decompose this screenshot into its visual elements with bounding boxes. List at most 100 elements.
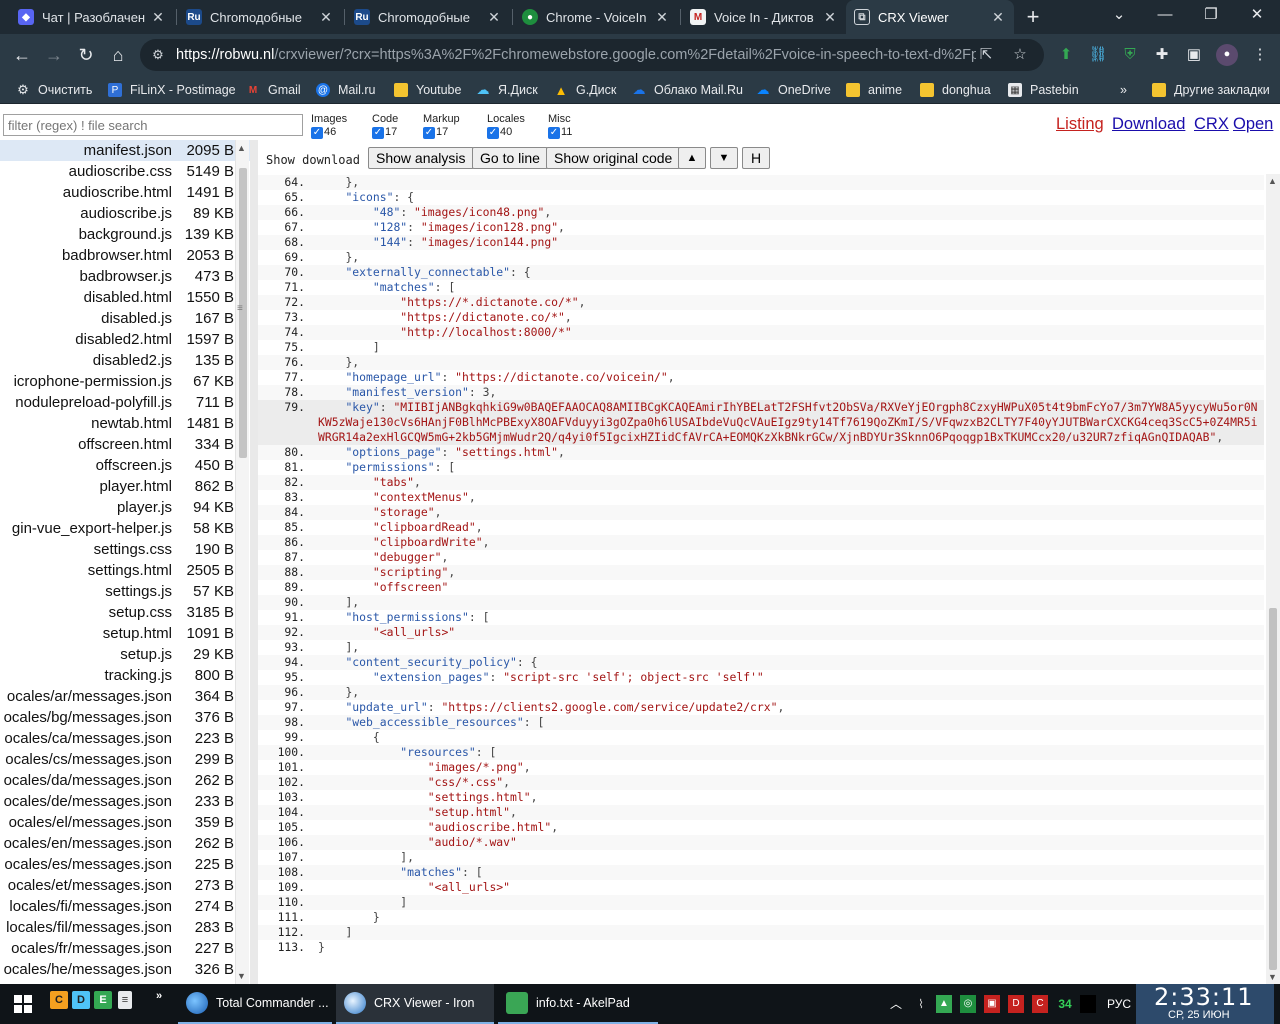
tray-app-2-icon[interactable]: ◎ [960, 995, 976, 1013]
reload-icon[interactable]: ↻ [72, 41, 100, 69]
download-link[interactable]: Download [1112, 115, 1185, 134]
taskbar-clock[interactable]: 2:33:11 СР, 25 ИЮН [1136, 983, 1274, 1024]
checkbox-checked-icon[interactable]: ✓ [423, 126, 435, 139]
file-list-item[interactable]: settings.css 190 B [0, 539, 250, 560]
file-list-item[interactable]: ocales/da/messages.json 262 B [0, 770, 250, 791]
tab-voice-in[interactable]: M Voice In - Диктов ✕ [682, 0, 846, 34]
tab-chat[interactable]: ◆ Чат | Разоблачени ✕ [10, 0, 174, 34]
file-list-item[interactable]: ocales/cs/messages.json 299 B [0, 749, 250, 770]
profile-avatar-icon[interactable]: ● [1216, 44, 1238, 66]
file-list-item[interactable]: offscreen.js 450 B [0, 455, 250, 476]
back-arrow-icon[interactable]: ← [8, 41, 36, 69]
shield-extension-icon[interactable]: ⛨ [1120, 45, 1140, 65]
code-scrollbar[interactable]: ▲ ▼ [1266, 174, 1280, 984]
close-window-button[interactable]: ✕ [1234, 0, 1280, 32]
file-list-item[interactable]: setup.html 1091 B [0, 623, 250, 644]
side-panel-icon[interactable]: ▣ [1184, 45, 1204, 65]
open-link[interactable]: Open [1233, 115, 1273, 134]
file-list-item[interactable]: player.js 94 KB [0, 497, 250, 518]
file-list-item[interactable]: ocales/ar/messages.json 364 B [0, 686, 250, 707]
bookmark-clear[interactable]: ⚙ Очистить [16, 81, 92, 99]
category-code[interactable]: Code ✓ 17 [372, 113, 398, 139]
bookmark-mailru[interactable]: @ Mail.ru [316, 81, 376, 99]
link-extension-icon[interactable]: ⛓ [1088, 45, 1108, 65]
category-locales[interactable]: Locales ✓ 40 [487, 113, 525, 139]
checkbox-checked-icon[interactable]: ✓ [311, 126, 323, 139]
listing-link[interactable]: Listing [1056, 115, 1104, 134]
scroll-up-arrow-icon[interactable]: ▲ [237, 143, 246, 153]
file-list-item[interactable]: badbrowser.html 2053 B [0, 245, 250, 266]
overflow-chevron-icon[interactable]: » [150, 987, 168, 1005]
share-icon[interactable]: ⇱ [976, 45, 996, 65]
file-list-item[interactable]: disabled2.js 135 B [0, 350, 250, 371]
bookmark-yadisk[interactable]: ☁ Я.Диск [476, 81, 538, 99]
checkbox-checked-icon[interactable]: ✓ [548, 126, 560, 139]
file-list-item[interactable]: audioscribe.html 1491 B [0, 182, 250, 203]
close-icon[interactable]: ✕ [822, 9, 838, 26]
file-list-item[interactable]: newtab.html 1481 B [0, 413, 250, 434]
close-icon[interactable]: ✕ [150, 9, 166, 26]
file-list-item[interactable]: offscreen.html 334 B [0, 434, 250, 455]
bookmark-youtube[interactable]: Youtube [394, 81, 461, 99]
file-list-item[interactable]: ocales/et/messages.json 273 B [0, 875, 250, 896]
checkbox-checked-icon[interactable]: ✓ [372, 126, 384, 139]
new-tab-button[interactable]: + [1020, 4, 1046, 30]
address-bar[interactable]: ⚙ https://robwu.nl/crxviewer/?crx=https%… [140, 39, 1044, 71]
category-images[interactable]: Images ✓ 46 [311, 113, 347, 139]
taskbar-akelpad[interactable]: info.txt - AkelPad [498, 984, 658, 1024]
file-list-item[interactable]: ocales/fr/messages.json 227 B [0, 938, 250, 959]
close-icon[interactable]: ✕ [486, 9, 502, 26]
close-icon[interactable]: ✕ [654, 9, 670, 26]
crx-link[interactable]: CRX [1194, 115, 1229, 134]
show-download-label[interactable]: Show download [266, 153, 360, 167]
file-list-item[interactable]: ocales/el/messages.json 359 B [0, 812, 250, 833]
go-to-line-button[interactable]: Go to line [472, 147, 548, 169]
scrollbar-thumb[interactable] [1269, 608, 1277, 970]
bookmark-onedrive[interactable]: ☁ OneDrive [756, 81, 831, 99]
site-info-icon[interactable]: ⚙ [148, 45, 168, 65]
file-list-item[interactable]: locales/fil/messages.json 283 B [0, 917, 250, 938]
bookmark-anime[interactable]: anime [846, 81, 902, 99]
close-icon[interactable]: ✕ [990, 9, 1006, 26]
tray-app-4-icon[interactable]: D [1008, 995, 1024, 1013]
tray-app-6-icon[interactable] [1080, 995, 1096, 1013]
file-list-item[interactable]: background.js 139 KB [0, 224, 250, 245]
other-bookmarks[interactable]: Другие закладки [1152, 81, 1270, 99]
file-list-item[interactable]: setup.js 29 KB [0, 644, 250, 665]
file-list-item[interactable]: manifest.json 2095 B [0, 140, 250, 161]
paperclip-icon[interactable]: ⌇ [914, 995, 928, 1013]
windows-start-icon[interactable] [14, 995, 32, 1013]
file-list-item[interactable]: disabled.js 167 B [0, 308, 250, 329]
file-filter-input[interactable] [3, 114, 303, 136]
tab-search-icon[interactable]: ⌄ [1096, 0, 1142, 32]
close-icon[interactable]: ✕ [318, 9, 334, 26]
file-list-item[interactable]: audioscribe.js 89 KB [0, 203, 250, 224]
pane-splitter[interactable] [250, 140, 258, 984]
scroll-down-arrow-icon[interactable]: ▼ [1268, 972, 1277, 982]
category-misc[interactable]: Misc ✓ 11 [548, 113, 572, 139]
bookmarks-more-button[interactable]: » [1120, 81, 1127, 99]
file-list-item[interactable]: player.html 862 B [0, 476, 250, 497]
file-list-item[interactable]: tracking.js 800 B [0, 665, 250, 686]
scroll-down-arrow-icon[interactable]: ▼ [237, 971, 246, 981]
restore-button[interactable]: ❐ [1188, 0, 1234, 32]
menu-kebab-icon[interactable]: ⋮ [1250, 45, 1270, 65]
category-markup[interactable]: Markup ✓ 17 [423, 113, 460, 139]
scroll-up-arrow-icon[interactable]: ▲ [1268, 176, 1277, 186]
taskbar-total-commander[interactable]: Total Commander ... [178, 984, 332, 1024]
tab-chromodobnye-1[interactable]: Ru Chromодобные ✕ [178, 0, 342, 34]
file-list-scrollbar[interactable]: ▲ ≡ ▼ [235, 140, 249, 984]
tab-crx-viewer[interactable]: ⧉ CRX Viewer ✕ [846, 0, 1014, 34]
tray-app-5-icon[interactable]: C [1032, 995, 1048, 1013]
next-match-button[interactable]: ▼ [710, 147, 738, 169]
file-list-item[interactable]: disabled2.html 1597 B [0, 329, 250, 350]
show-analysis-button[interactable]: Show analysis [368, 147, 474, 169]
bookmark-gdrive[interactable]: ▲ G.Диск [554, 81, 617, 99]
file-list-item[interactable]: gin-vue_export-helper.js 58 KB [0, 518, 250, 539]
checkbox-checked-icon[interactable]: ✓ [487, 126, 499, 139]
tray-counter[interactable]: 34 [1054, 995, 1076, 1013]
highlight-button[interactable]: H [742, 147, 770, 169]
notepad-icon[interactable]: ≡ [118, 991, 132, 1009]
file-list-item[interactable]: icrophone-permission.js 67 KB [0, 371, 250, 392]
extensions-puzzle-icon[interactable]: ✚ [1152, 45, 1172, 65]
